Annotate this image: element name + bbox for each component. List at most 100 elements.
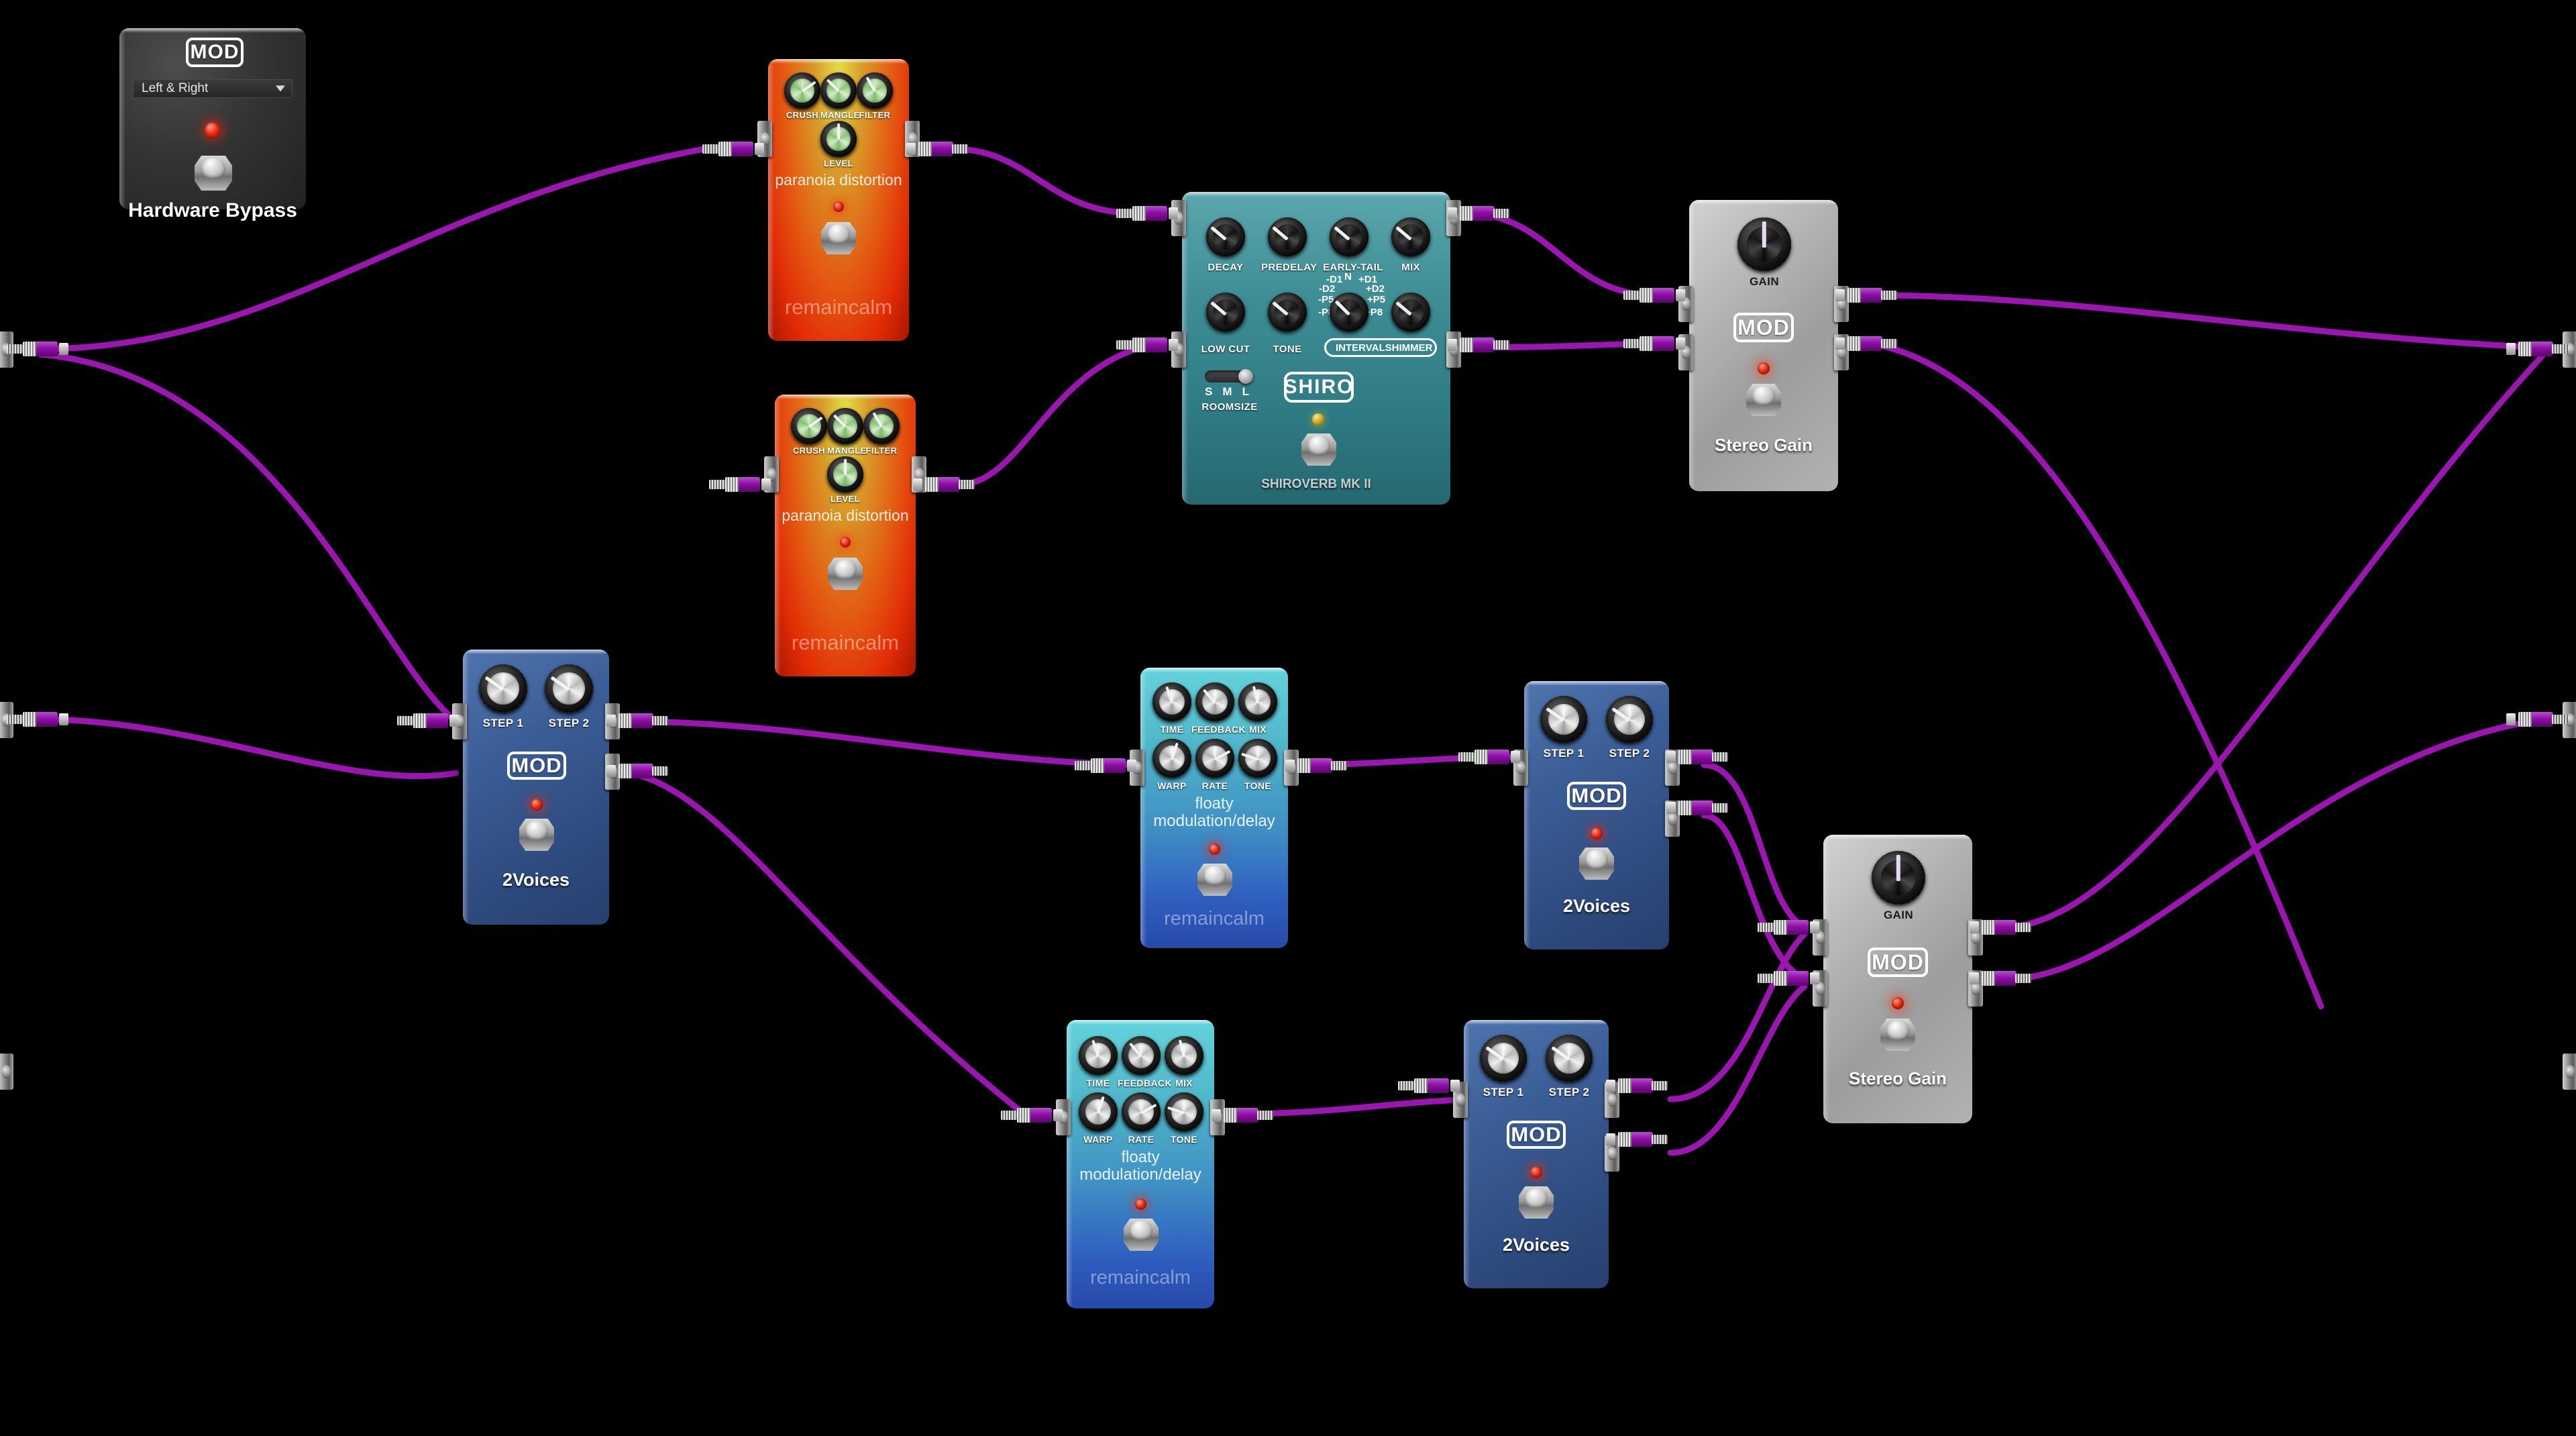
knob-shimmer[interactable] bbox=[1391, 293, 1430, 331]
knob-crush[interactable] bbox=[784, 72, 820, 109]
bypass-mode-select[interactable]: Left & Right bbox=[133, 79, 292, 98]
knob-predelay[interactable] bbox=[1268, 217, 1307, 256]
knob-early-tail[interactable] bbox=[1330, 217, 1368, 256]
knob-mangle[interactable] bbox=[820, 72, 857, 109]
knob-tone[interactable] bbox=[1268, 293, 1307, 331]
knob-gain[interactable] bbox=[1872, 851, 1925, 905]
cable-plug[interactable] bbox=[606, 764, 668, 778]
footswitch[interactable] bbox=[195, 156, 232, 191]
cable-plug[interactable] bbox=[1758, 971, 1819, 986]
cable-plug[interactable] bbox=[1606, 1078, 1668, 1093]
cable-plug[interactable] bbox=[1623, 288, 1685, 303]
knob-warp[interactable] bbox=[1079, 1092, 1118, 1131]
knob-mix[interactable] bbox=[1238, 682, 1277, 721]
knob-time[interactable] bbox=[1152, 682, 1191, 721]
knob-rate[interactable] bbox=[1122, 1092, 1161, 1131]
cable-plug[interactable] bbox=[606, 713, 668, 728]
footswitch[interactable] bbox=[1746, 384, 1781, 416]
cable-plug[interactable] bbox=[2506, 712, 2568, 727]
knob-mix[interactable] bbox=[1391, 217, 1430, 256]
footswitch[interactable] bbox=[1301, 433, 1336, 466]
knob-crush[interactable] bbox=[791, 408, 827, 444]
cable-plug[interactable] bbox=[1606, 1132, 1668, 1147]
board-jack-extra-right[interactable] bbox=[2563, 1054, 2576, 1090]
roomsize-option-l[interactable]: L bbox=[1242, 385, 1249, 399]
cable-plug[interactable] bbox=[7, 712, 68, 727]
pedal-shiroverb-mk2[interactable]: DECAY PREDELAY EARLY-TAIL MIX N -D1 -D2 … bbox=[1171, 192, 1461, 513]
footswitch[interactable] bbox=[1880, 1019, 1915, 1051]
footswitch[interactable] bbox=[519, 819, 554, 851]
cable-plug[interactable] bbox=[1970, 971, 2031, 986]
knob-step-1[interactable] bbox=[1480, 1035, 1527, 1082]
cable-plug[interactable] bbox=[2506, 342, 2568, 356]
knob-gain[interactable] bbox=[1737, 217, 1791, 271]
knob-step-1[interactable] bbox=[479, 664, 527, 713]
pedal-stereo-gain-1[interactable]: GAIN MOD Stereo Gain bbox=[1678, 200, 1849, 500]
cable-plug[interactable] bbox=[1001, 1108, 1063, 1123]
mod-badge: MOD bbox=[1567, 782, 1626, 810]
pedal-paranoia-distortion-1[interactable]: CRUSH MANGLE FILTER LEVEL paranoia disto… bbox=[757, 59, 920, 350]
knob-warp[interactable] bbox=[1152, 739, 1191, 778]
cable-plug[interactable] bbox=[7, 342, 68, 356]
footswitch[interactable] bbox=[1519, 1186, 1554, 1219]
board-jack-extra-left[interactable] bbox=[0, 1054, 13, 1090]
footswitch[interactable] bbox=[1579, 848, 1614, 880]
pedal-stereo-gain-2[interactable]: GAIN MOD Stereo Gain bbox=[1813, 835, 1983, 1132]
footswitch[interactable] bbox=[828, 558, 863, 590]
knob-filter[interactable] bbox=[857, 72, 893, 109]
knob-low-cut[interactable] bbox=[1206, 293, 1245, 331]
knob-mix[interactable] bbox=[1165, 1036, 1203, 1075]
roomsize-option-m[interactable]: M bbox=[1222, 385, 1232, 399]
knob-level[interactable] bbox=[827, 456, 863, 493]
knob-step-1[interactable] bbox=[1540, 696, 1587, 743]
cable-plug[interactable] bbox=[1398, 1078, 1460, 1093]
cable-plug[interactable] bbox=[1458, 750, 1520, 764]
cable-plug[interactable] bbox=[1835, 288, 1897, 303]
pedal-two-voices-1[interactable]: STEP 1 STEP 2 MOD 2Voices bbox=[452, 650, 620, 933]
cable-plug[interactable] bbox=[397, 713, 459, 728]
cable-plug[interactable] bbox=[1758, 920, 1819, 935]
knob-feedback[interactable] bbox=[1195, 682, 1234, 721]
cable-plug[interactable] bbox=[1970, 920, 2031, 935]
pedal-floaty-2[interactable]: TIME FEEDBACK MIX WARP RATE TONE floaty … bbox=[1056, 1020, 1225, 1317]
knob-level[interactable] bbox=[820, 121, 857, 157]
pedal-floaty-1[interactable]: TIME FEEDBACK MIX WARP RATE TONE floaty … bbox=[1130, 668, 1299, 957]
knob-interval[interactable] bbox=[1330, 293, 1368, 331]
pedal-two-voices-3[interactable]: STEP 1 STEP 2 MOD 2Voices bbox=[1453, 1020, 1619, 1297]
brand-label: remaincalm bbox=[791, 631, 900, 654]
knob-step-2[interactable] bbox=[545, 664, 593, 713]
cable-plug[interactable] bbox=[1623, 336, 1685, 351]
knob-decay[interactable] bbox=[1206, 217, 1245, 256]
cable-plug[interactable] bbox=[1835, 336, 1897, 351]
cable-plug[interactable] bbox=[913, 477, 975, 492]
cable-plug[interactable] bbox=[1448, 206, 1509, 221]
cable-plug[interactable] bbox=[1116, 338, 1178, 352]
knob-filter[interactable] bbox=[863, 408, 900, 444]
cable-plug[interactable] bbox=[1666, 801, 1728, 815]
knob-tone[interactable] bbox=[1165, 1092, 1203, 1131]
cable-plug[interactable] bbox=[1116, 206, 1178, 221]
knob-time[interactable] bbox=[1079, 1036, 1118, 1075]
knob-mangle[interactable] bbox=[827, 408, 863, 444]
cable-plug[interactable] bbox=[702, 142, 764, 156]
cable-plug[interactable] bbox=[1212, 1108, 1273, 1123]
cable-plug[interactable] bbox=[709, 477, 771, 492]
knob-step-2[interactable] bbox=[1546, 1035, 1593, 1082]
knob-rate[interactable] bbox=[1195, 739, 1234, 778]
knob-tone[interactable] bbox=[1238, 739, 1277, 778]
roomsize-slider-thumb[interactable] bbox=[1238, 369, 1253, 384]
knob-step-2[interactable] bbox=[1606, 696, 1653, 743]
cable-plug[interactable] bbox=[1666, 750, 1728, 764]
cable-plug[interactable] bbox=[906, 142, 968, 156]
footswitch[interactable] bbox=[1124, 1219, 1159, 1251]
pedal-hardware-bypass[interactable]: MOD Left & Right Hardware Bypass bbox=[119, 28, 306, 221]
cable-plug[interactable] bbox=[1075, 758, 1136, 773]
cable-plug[interactable] bbox=[1448, 338, 1509, 352]
roomsize-option-s[interactable]: S bbox=[1205, 385, 1212, 399]
cable-plug[interactable] bbox=[1285, 758, 1347, 773]
pedal-paranoia-distortion-2[interactable]: CRUSH MANGLE FILTER LEVEL paranoia disto… bbox=[764, 395, 926, 685]
knob-feedback[interactable] bbox=[1122, 1036, 1161, 1075]
footswitch[interactable] bbox=[821, 222, 856, 254]
pedal-two-voices-2[interactable]: STEP 1 STEP 2 MOD 2Voices bbox=[1513, 681, 1680, 958]
footswitch[interactable] bbox=[1197, 864, 1232, 896]
